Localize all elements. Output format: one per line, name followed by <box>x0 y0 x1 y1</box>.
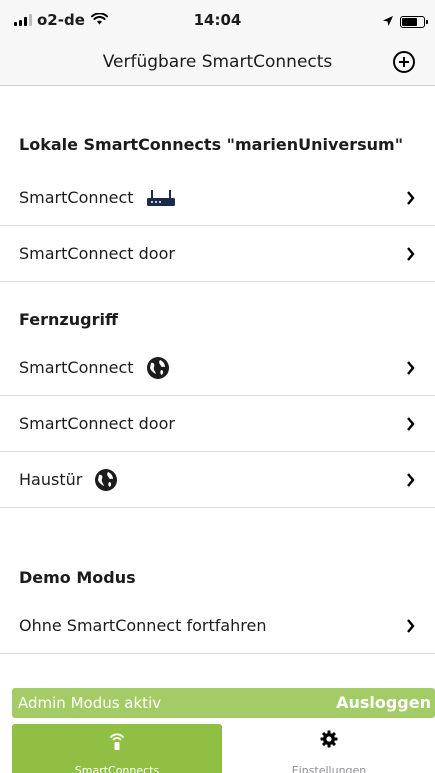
list-item-remote-haustuer[interactable]: Haustür <box>0 452 435 508</box>
gear-icon <box>224 729 434 749</box>
wifi-remote-icon <box>12 729 222 751</box>
globe-icon <box>94 468 118 492</box>
status-time: 14:04 <box>193 11 242 29</box>
chevron-right-icon <box>406 472 415 491</box>
section-header-remote: Fernzugriff <box>19 310 118 329</box>
list-item-demo-continue[interactable]: Ohne SmartConnect fortfahren <box>0 598 435 654</box>
tab-bar: SmartConnects Einstellungen <box>0 722 435 773</box>
list-item-label: Ohne SmartConnect fortfahren <box>19 616 267 635</box>
section-header-demo: Demo Modus <box>19 568 136 587</box>
admin-status-text: Admin Modus aktiv <box>18 694 162 712</box>
list-item-remote-smartconnect[interactable]: SmartConnect <box>0 340 435 396</box>
chevron-right-icon <box>406 190 415 209</box>
tab-smartconnects[interactable]: SmartConnects <box>12 724 222 773</box>
plus-circle-icon <box>393 51 415 73</box>
logout-button[interactable]: Ausloggen <box>336 693 431 712</box>
status-bar: o2-de 14:04 <box>0 0 435 40</box>
location-arrow-icon <box>382 12 394 31</box>
admin-mode-banner: Admin Modus aktiv Ausloggen <box>12 688 435 718</box>
globe-icon <box>146 356 170 380</box>
chevron-right-icon <box>406 246 415 265</box>
router-icon <box>146 189 176 207</box>
page-title: Verfügbare SmartConnects <box>102 52 333 72</box>
list-item-label: SmartConnect <box>19 358 134 377</box>
list-item-label: SmartConnect door <box>19 244 175 263</box>
chevron-right-icon <box>406 360 415 379</box>
navigation-bar: Verfügbare SmartConnects <box>0 40 435 86</box>
chevron-right-icon <box>406 618 415 637</box>
list-item-label: SmartConnect door <box>19 414 175 433</box>
list-item-local-smartconnect[interactable]: SmartConnect <box>0 170 435 226</box>
chevron-right-icon <box>406 416 415 435</box>
tab-settings[interactable]: Einstellungen <box>224 724 434 773</box>
list-item-local-smartconnect-door[interactable]: SmartConnect door <box>0 226 435 282</box>
list-item-remote-smartconnect-door[interactable]: SmartConnect door <box>0 396 435 452</box>
add-smartconnect-button[interactable] <box>391 49 417 75</box>
battery-icon <box>400 15 428 28</box>
list-item-label: SmartConnect <box>19 188 134 207</box>
tab-label: SmartConnects <box>74 764 160 773</box>
status-right <box>382 12 428 31</box>
list-item-label: Haustür <box>19 470 83 489</box>
section-header-local: Lokale SmartConnects "marienUniversum" <box>19 135 404 154</box>
tab-label: Einstellungen <box>291 764 367 773</box>
